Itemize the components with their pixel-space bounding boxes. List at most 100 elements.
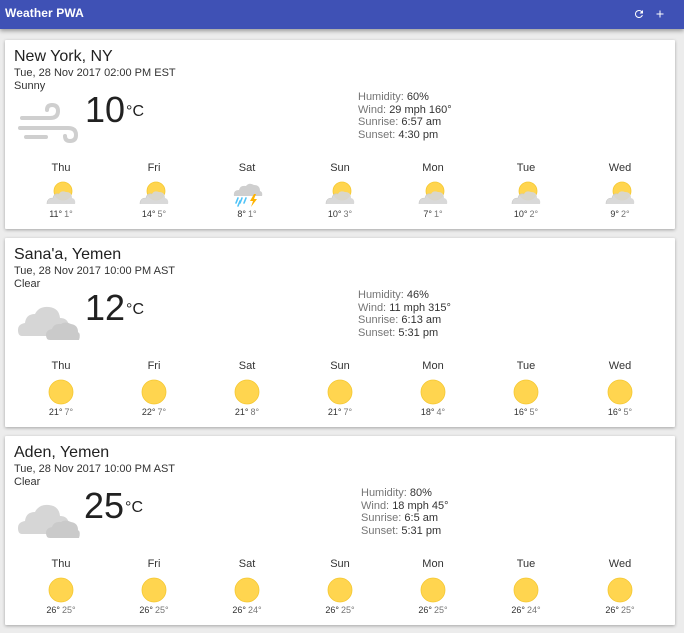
forecast-high: 16° [607,407,622,417]
sunset-value: 4:30 pm [398,128,439,141]
forecast-row: Thu 26° 25° Fri 26° 25° Sat 26° 24° Sun 26° 25° Mon 2… [5,558,675,618]
weather-details: Humidity: 80% Wind: 18 mph 45° Sunrise: 6:… [361,487,449,537]
sun-icon [234,577,260,603]
sunrise-value: 6:5 am [404,512,439,524]
humidity-row: Humidity: 80% [361,487,449,500]
temperature-unit: °C [126,103,144,120]
forecast-day: Thu 11° 1° [31,162,91,219]
sunset-row: Sunset: 4:30 pm [358,129,452,142]
wind-row: Wind: 29 mph 160° [358,104,452,117]
refresh-button[interactable] [631,6,647,22]
forecast-icon [603,576,637,604]
forecast-day: Tue 26° 24° [496,558,556,615]
weather-card: Sana'a, Yemen Tue, 28 Nov 2017 10:00 PM A… [5,238,675,427]
sunrise-label: Sunrise: [358,116,399,128]
forecast-temps: 8° 1° [217,209,277,219]
forecast-icon [416,378,450,406]
forecast-low: 2° [529,209,539,219]
refresh-icon [634,9,643,18]
forecast-icon [323,180,357,208]
local-date: Tue, 28 Nov 2017 10:00 PM AST [14,463,176,475]
current-temperature: 25°C [84,488,143,524]
weather-description: Clear [14,278,41,290]
forecast-day: Tue 16° 5° [496,360,556,417]
forecast-high: 10° [513,209,528,219]
forecast-icon [509,378,543,406]
app-bar: Weather PWA [0,0,684,29]
forecast-day-name: Sat [238,162,256,174]
forecast-temps: 16° 5° [496,407,556,417]
forecast-day-name: Mon [422,162,444,174]
forecast-temps: 7° 1° [403,209,463,219]
sun-icon [234,379,260,405]
forecast-day: Sat 26° 24° [217,558,277,615]
forecast-day-name: Fri [147,162,161,174]
sun-icon [48,577,74,603]
forecast-day-name: Fri [147,360,161,372]
forecast-icon [509,576,543,604]
forecast-high: 26° [139,605,153,615]
wind-value: 11 mph 315° [389,301,451,314]
forecast-day: Wed 26° 25° [590,558,650,615]
sun-icon [607,577,633,603]
forecast-icon [230,180,264,208]
forecast-day: Sat 8° 1° [217,162,277,219]
forecast-high: 8° [237,209,246,219]
forecast-day-name: Fri [147,558,161,570]
forecast-high: 14° [141,209,156,219]
weather-description: Clear [14,476,41,488]
sun-icon [327,577,353,603]
forecast-temps: 26° 25° [590,605,650,615]
forecast-low: 24° [527,605,541,615]
forecast-day: Sun 21° 7° [310,360,370,417]
humidity-value: 46% [406,289,429,301]
sunset-label: Sunset: [358,326,396,339]
sunset-row: Sunset: 5:31 pm [361,525,449,538]
partly-cloudy-icon [511,181,541,205]
sun-icon [420,577,446,603]
forecast-day-name: Tue [516,162,536,174]
humidity-value: 60% [406,91,429,103]
forecast-low: 25° [62,605,76,615]
forecast-day-name: Sun [330,162,350,174]
forecast-high: 18° [420,407,435,417]
forecast-high: 21° [234,407,249,417]
humidity-value: 80% [409,487,432,499]
forecast-temps: 9° 2° [590,209,650,219]
forecast-low: 25° [434,605,448,615]
sun-icon [513,379,539,405]
forecast-day: Sun 26° 25° [310,558,370,615]
forecast-day-name: Tue [516,360,536,372]
forecast-temps: 10° 2° [496,209,556,219]
sun-icon [607,379,633,405]
forecast-day: Thu 21° 7° [31,360,91,417]
forecast-low: 4° [436,407,446,417]
sunrise-label: Sunrise: [358,314,399,326]
forecast-high: 26° [325,605,339,615]
current-weather-icon [16,98,82,150]
forecast-low: 25° [155,605,169,615]
forecast-low: 5° [623,407,633,417]
weather-details: Humidity: 46% Wind: 11 mph 315° Sunrise: 6… [358,289,451,339]
forecast-high: 26° [46,605,60,615]
sunrise-label: Sunrise: [361,512,402,524]
forecast-high: 11° [49,209,63,219]
forecast-low: 5° [529,407,539,417]
add-city-button[interactable] [652,6,668,22]
forecast-day-name: Sun [330,360,350,372]
weather-card: New York, NY Tue, 28 Nov 2017 02:00 PM ES… [5,40,675,229]
temperature-value: 12 [85,287,126,328]
forecast-day-name: Mon [422,558,444,570]
forecast-high: 21° [48,407,63,417]
wind-row: Wind: 18 mph 45° [361,500,449,513]
partly-cloudy-icon [605,181,635,205]
temperature-value: 25 [84,485,125,526]
forecast-day: Sun 10° 3° [310,162,370,219]
forecast-row: Thu 11° 1° Fri 14° 5° Sat 8° 1° Sun 10° 3° Mon 7° 1° Tu… [5,162,675,222]
forecast-day-name: Sat [238,360,256,372]
forecast-temps: 26° 25° [124,605,184,615]
wind-icon [18,102,79,144]
forecast-temps: 11° 1° [31,209,91,219]
wind-value: 18 mph 45° [392,499,449,512]
forecast-high: 26° [605,605,619,615]
